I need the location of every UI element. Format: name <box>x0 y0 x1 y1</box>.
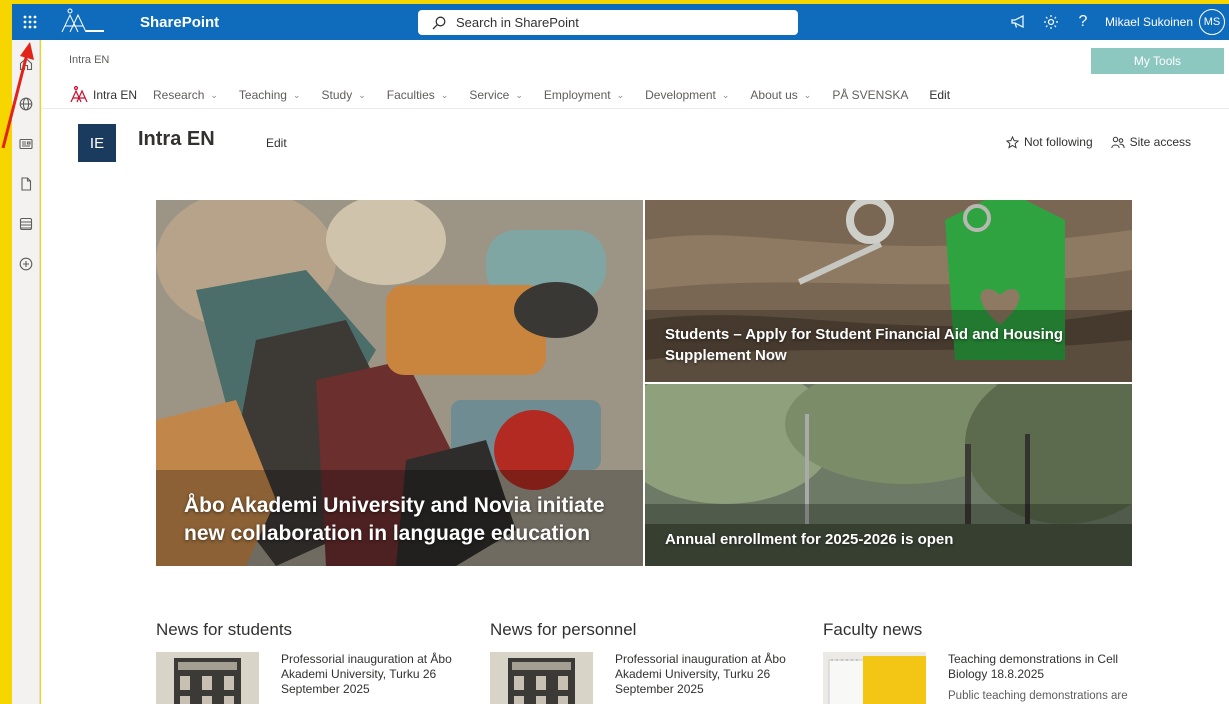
news-item[interactable]: Professorial inauguration at Åbo Akademi… <box>490 652 800 704</box>
nav-label: Research <box>153 88 205 102</box>
news-heading[interactable]: Faculty news <box>823 620 1133 640</box>
notebook-thumbnail-image <box>823 652 926 704</box>
help-icon: ? <box>1078 13 1088 30</box>
search-box[interactable]: Search in SharePoint <box>418 10 798 35</box>
hero-tile-main[interactable]: Åbo Akademi University and Novia initiat… <box>156 200 643 566</box>
list-icon <box>19 217 33 231</box>
hero-bottom-right-caption: Annual enrollment for 2025-2026 is open <box>665 531 954 548</box>
news-title[interactable]: Professorial inauguration at Åbo Akademi… <box>281 652 471 697</box>
hub-breadcrumb[interactable]: Intra EN <box>69 54 109 66</box>
nav-about-us[interactable]: About us ⌄ <box>750 88 811 102</box>
building-thumbnail-image <box>490 652 593 704</box>
nav-faculties[interactable]: Faculties ⌄ <box>387 88 449 102</box>
nav-label: Faculties <box>386 88 435 102</box>
chevron-down-icon: ⌄ <box>616 89 625 100</box>
search-icon <box>432 16 446 29</box>
nav-label: Development <box>645 88 716 102</box>
aa-hub-logo-icon <box>70 86 88 103</box>
nav-service[interactable]: Service ⌄ <box>469 88 523 102</box>
add-circle-icon <box>19 257 33 271</box>
news-item[interactable]: Professorial inauguration at Åbo Akademi… <box>156 652 466 704</box>
megaphone-button[interactable] <box>1003 15 1035 29</box>
search-placeholder: Search in SharePoint <box>456 15 579 30</box>
faculty-news: Faculty news Teaching demonstrations in … <box>823 620 1133 704</box>
site-access-button[interactable]: Site access <box>1110 135 1191 149</box>
site-title[interactable]: Intra EN <box>138 128 215 151</box>
rail-lists[interactable] <box>12 204 40 244</box>
hub-home-link[interactable]: Intra EN <box>69 86 137 104</box>
news-heading[interactable]: News for students <box>156 620 466 640</box>
nav-label: Teaching <box>238 88 287 102</box>
nav-label: PÅ SVENSKA <box>832 88 909 102</box>
building-thumbnail-image <box>156 652 259 704</box>
nav-teaching[interactable]: Teaching ⌄ <box>239 88 301 102</box>
user-name[interactable]: Mikael Sukoinen <box>1105 15 1193 29</box>
nav-label: Service <box>469 88 510 102</box>
news-for-personnel: News for personnel Professorial inaugura… <box>490 620 800 704</box>
chevron-down-icon: ⌄ <box>803 89 812 100</box>
news-for-students: News for students Professorial inaugurat… <box>156 620 466 704</box>
nav-label: Study <box>321 88 353 102</box>
hub-logo-label: Intra EN <box>93 88 138 102</box>
site-access-label: Site access <box>1129 135 1191 149</box>
rail-files[interactable] <box>12 164 40 204</box>
follow-button[interactable]: Not following <box>1005 135 1093 149</box>
site-edit-link[interactable]: Edit <box>266 136 287 150</box>
hero-tile-top-right[interactable]: Students – Apply for Student Financial A… <box>645 200 1132 382</box>
chevron-down-icon: ⌄ <box>440 89 449 100</box>
gear-icon <box>1043 15 1058 29</box>
nav-study[interactable]: Study ⌄ <box>322 88 366 102</box>
user-avatar[interactable]: MS <box>1199 9 1225 35</box>
chevron-down-icon: ⌄ <box>292 89 301 100</box>
hero-top-right-caption: Students – Apply for Student Financial A… <box>665 326 1064 364</box>
app-launcher-button[interactable] <box>12 4 48 40</box>
chevron-down-icon: ⌄ <box>210 89 218 100</box>
news-title[interactable]: Teaching demonstrations in Cell Biology … <box>948 652 1138 682</box>
help-button[interactable]: ? <box>1067 13 1099 31</box>
follow-label: Not following <box>1023 135 1093 149</box>
news-item[interactable]: Teaching demonstrations in Cell Biology … <box>823 652 1133 704</box>
news-description: Public teaching demonstrations are <box>948 690 1128 702</box>
megaphone-icon <box>1011 15 1024 28</box>
my-tools-button[interactable]: My Tools <box>1091 48 1224 74</box>
nav-employment[interactable]: Employment ⌄ <box>544 88 624 102</box>
people-icon <box>1110 136 1125 148</box>
nav-pa-svenska[interactable]: PÅ SVENSKA <box>832 88 908 102</box>
aa-logo-icon <box>61 8 104 33</box>
star-icon <box>1005 135 1019 149</box>
news-thumbnail[interactable] <box>156 652 259 704</box>
hub-navigation: Intra EN Research ⌄ Teaching ⌄ Study ⌄ Facu… <box>69 82 971 108</box>
red-annotation-arrow <box>1 42 34 149</box>
nav-development[interactable]: Development ⌄ <box>645 88 729 102</box>
nav-research[interactable]: Research ⌄ <box>153 88 218 102</box>
news-thumbnail[interactable] <box>823 652 926 704</box>
hero-webpart: Åbo Akademi University and Novia initiat… <box>156 200 1132 566</box>
organization-logo[interactable] <box>58 4 112 40</box>
news-title[interactable]: Professorial inauguration at Åbo Akademi… <box>615 652 805 697</box>
file-icon <box>21 177 32 191</box>
settings-button[interactable] <box>1035 14 1067 30</box>
page-content: Intra EN My Tools Intra EN Research ⌄ Tea… <box>41 40 1229 704</box>
nav-label: About us <box>750 88 798 102</box>
chevron-down-icon: ⌄ <box>721 89 730 100</box>
sharepoint-app-name[interactable]: SharePoint <box>140 14 219 31</box>
chevron-down-icon: ⌄ <box>358 89 366 100</box>
chevron-down-icon: ⌄ <box>515 89 523 100</box>
suite-bar: SharePoint Search in SharePoint ? Mikael… <box>12 4 1229 40</box>
hero-tile-bottom-right[interactable]: Annual enrollment for 2025-2026 is open <box>645 384 1132 566</box>
nav-label: Employment <box>543 88 611 102</box>
waffle-icon <box>23 15 37 29</box>
nav-divider <box>41 108 1229 109</box>
nav-edit-link[interactable]: Edit <box>929 88 950 102</box>
rail-create[interactable] <box>12 244 40 284</box>
news-thumbnail[interactable] <box>490 652 593 704</box>
hero-main-caption: Åbo Akademi University and Novia initiat… <box>184 494 605 545</box>
news-heading[interactable]: News for personnel <box>490 620 800 640</box>
site-logo-tile[interactable]: IE <box>78 124 116 162</box>
